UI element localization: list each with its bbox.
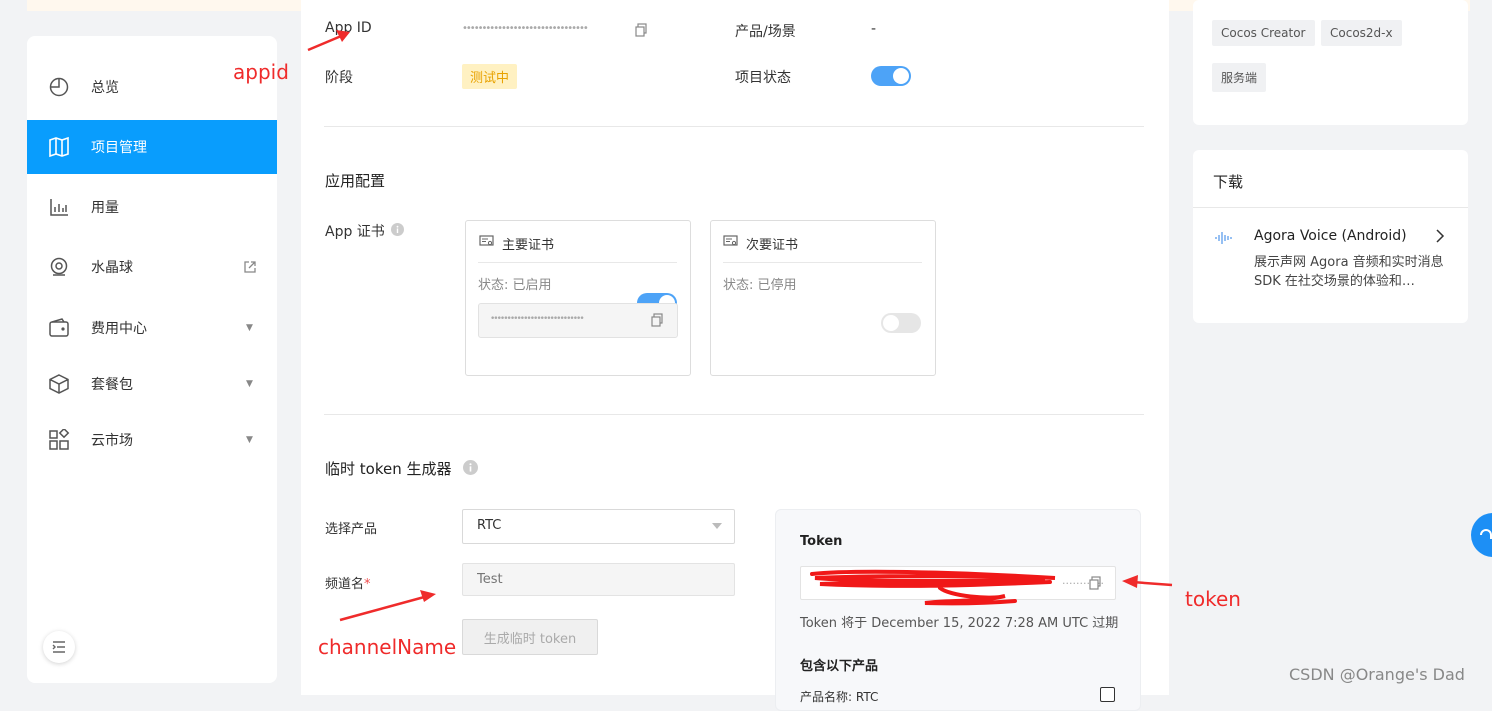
- sidebar-item-label: 总览: [91, 80, 119, 96]
- wallet-icon: [49, 318, 69, 337]
- sidebar-item-label: 水晶球: [91, 260, 133, 276]
- crystal-ball-icon: [50, 257, 68, 276]
- watermark: CSDN @Orange's Dad: [1289, 665, 1465, 684]
- annotation-appid: appid: [233, 60, 289, 84]
- sidebar-item-crystal-ball[interactable]: 水晶球: [27, 240, 277, 294]
- annotation-channel-name: channelName: [318, 635, 457, 659]
- overview-icon: [49, 77, 69, 97]
- sidebar: 总览 项目管理 用量 水晶球 费用中心 ▼ 套餐包 ▼ 云市场 ▼: [27, 36, 277, 683]
- sidebar-item-usage[interactable]: 用量: [27, 180, 277, 234]
- usage-chart-icon: [50, 199, 68, 216]
- sidebar-item-label: 套餐包: [91, 377, 133, 393]
- sidebar-item-label: 用量: [91, 200, 119, 216]
- menu-fold-icon: [52, 641, 65, 653]
- project-map-icon: [49, 136, 69, 158]
- marketplace-icon: [49, 429, 70, 450]
- chevron-down-icon: ▼: [246, 379, 253, 389]
- external-link-icon: [244, 261, 256, 273]
- sidebar-item-billing[interactable]: 费用中心 ▼: [27, 301, 277, 355]
- chevron-down-icon: ▼: [246, 435, 253, 445]
- annotation-token: token: [1185, 587, 1241, 611]
- chevron-down-icon: ▼: [246, 323, 253, 333]
- collapse-sidebar-button[interactable]: [43, 631, 75, 663]
- sidebar-item-label: 项目管理: [91, 140, 147, 156]
- annotation-arrows: [307, 30, 1173, 622]
- sidebar-item-packages[interactable]: 套餐包 ▼: [27, 357, 277, 411]
- sidebar-item-label: 云市场: [91, 433, 133, 449]
- package-icon: [49, 374, 69, 394]
- sidebar-item-label: 费用中心: [91, 321, 147, 337]
- sidebar-item-project-management[interactable]: 项目管理: [27, 120, 277, 174]
- sidebar-item-marketplace[interactable]: 云市场 ▼: [27, 413, 277, 467]
